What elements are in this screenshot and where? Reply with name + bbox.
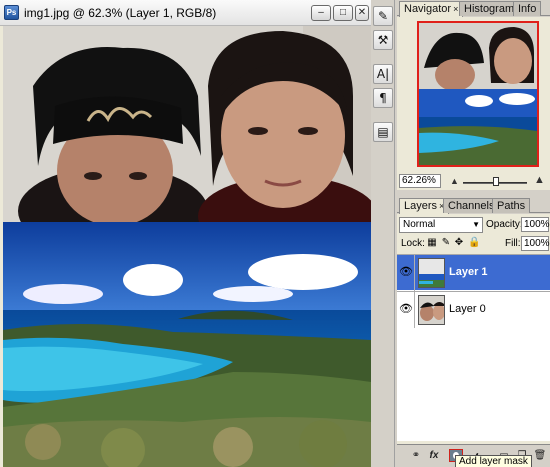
tab-channels-label: Channels xyxy=(448,200,495,212)
layer-name[interactable]: Layer 0 xyxy=(449,303,486,315)
photoshop-workspace: Ps img1.jpg @ 62.3% (Layer 1, RGB/8) – □… xyxy=(0,0,550,467)
blend-mode-value: Normal xyxy=(403,219,436,230)
navigator-panel: Navigator × Histogram Info 62.26% ▲ ▲ xyxy=(397,0,550,190)
layers-body: Normal ▼ Opacity: 100% Lock: ▦ ✎ ✥ 🔒 Fill… xyxy=(397,214,550,467)
tab-info[interactable]: Info xyxy=(513,1,542,16)
lock-position-icon[interactable]: ✥ xyxy=(454,238,464,248)
eye-icon: 👁 xyxy=(399,303,413,315)
layer-name[interactable]: Layer 1 xyxy=(449,266,488,278)
maximize-button[interactable]: □ xyxy=(333,5,353,21)
layer-row-layer-0[interactable]: 👁 Layer 0 xyxy=(397,291,550,328)
tab-paths[interactable]: Paths xyxy=(492,198,531,213)
link-layers-icon[interactable]: ⚭ xyxy=(409,449,423,463)
tab-info-label: Info xyxy=(518,3,537,15)
visibility-toggle[interactable]: 👁 xyxy=(397,255,415,291)
navigator-tabs: Navigator × Histogram Info xyxy=(397,0,550,17)
portrait-photo xyxy=(3,26,371,222)
zoom-in-icon[interactable]: ▲ xyxy=(534,174,545,186)
delete-layer-icon[interactable]: 🗑 xyxy=(533,449,547,463)
layer-thumbnail xyxy=(418,258,445,288)
tab-channels[interactable]: Channels xyxy=(443,198,500,213)
tab-histogram-label: Histogram xyxy=(464,3,515,15)
tool-preset-icon[interactable]: ⚒ xyxy=(373,30,393,50)
opacity-field[interactable]: 100% xyxy=(521,217,550,232)
character-icon[interactable]: A| xyxy=(373,64,393,84)
tab-layers[interactable]: Layers × xyxy=(399,198,450,214)
tool-presets-strip: ✎ ⚒ A| ¶ ▤ xyxy=(371,0,395,467)
navigator-body: 62.26% ▲ ▲ xyxy=(397,17,550,190)
landscape-illustration xyxy=(3,222,371,467)
blend-mode-select[interactable]: Normal ▼ xyxy=(399,217,483,233)
tab-layers-label: Layers xyxy=(404,200,438,212)
fill-label: Fill: xyxy=(505,238,521,249)
photoshop-app-icon: Ps xyxy=(4,5,19,20)
close-icon: ✕ xyxy=(357,7,367,18)
chevron-down-icon: ▼ xyxy=(472,220,480,229)
lock-pixels-icon[interactable]: ✎ xyxy=(441,238,451,248)
minimize-icon: – xyxy=(318,7,324,18)
brush-preset-icon[interactable]: ✎ xyxy=(373,6,393,26)
tab-navigator[interactable]: Navigator × xyxy=(399,1,464,17)
opacity-label: Opacity: xyxy=(486,219,523,230)
maximize-icon: □ xyxy=(339,7,347,18)
fill-field[interactable]: 100% xyxy=(521,236,550,251)
lock-all-icon[interactable]: 🔒 xyxy=(468,238,480,248)
image-canvas[interactable] xyxy=(3,26,371,467)
add-layer-mask-tooltip: Add layer mask xyxy=(455,455,532,467)
document-window: Ps img1.jpg @ 62.3% (Layer 1, RGB/8) – □… xyxy=(0,0,371,467)
zoom-slider-thumb[interactable] xyxy=(493,177,499,186)
paragraph-icon[interactable]: ¶ xyxy=(373,88,393,108)
navigator-thumbnail xyxy=(419,23,537,165)
close-button[interactable]: ✕ xyxy=(355,5,369,21)
layer-1-thumbnail-image xyxy=(419,259,444,287)
eye-icon: 👁 xyxy=(399,266,413,278)
lock-transparency-icon[interactable]: ▦ xyxy=(427,238,437,248)
minimize-button[interactable]: – xyxy=(311,5,331,21)
layers-panel: Layers × Channels Paths Normal ▼ Opacity: … xyxy=(397,197,550,467)
layer-row-layer-1[interactable]: 👁 Layer 1 xyxy=(397,254,550,291)
zoom-level-field[interactable]: 62.26% xyxy=(399,174,441,188)
layer-thumbnail xyxy=(418,295,445,325)
tab-paths-label: Paths xyxy=(497,200,526,212)
layers-tabs: Layers × Channels Paths xyxy=(397,197,550,214)
document-title: img1.jpg @ 62.3% (Layer 1, RGB/8) xyxy=(24,6,217,20)
landscape-photo xyxy=(3,222,371,467)
layer-0-thumbnail-image xyxy=(419,296,444,324)
lock-label: Lock: xyxy=(401,238,425,249)
close-tab-icon[interactable]: × xyxy=(453,4,458,14)
navigator-preview[interactable] xyxy=(417,21,539,167)
zoom-out-icon[interactable]: ▲ xyxy=(450,176,459,186)
tab-navigator-label: Navigator xyxy=(404,3,452,15)
visibility-toggle[interactable]: 👁 xyxy=(397,292,415,328)
layer-style-icon[interactable]: fx xyxy=(427,449,441,463)
portrait-illustration xyxy=(3,26,371,222)
document-titlebar[interactable]: Ps img1.jpg @ 62.3% (Layer 1, RGB/8) – □… xyxy=(0,0,371,26)
tab-histogram[interactable]: Histogram xyxy=(459,1,520,16)
layer-comps-icon[interactable]: ▤ xyxy=(373,122,393,142)
